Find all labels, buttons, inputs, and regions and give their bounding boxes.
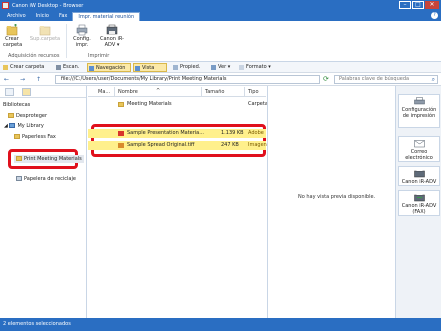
email-item[interactable]: Correo electrónico: [398, 136, 440, 162]
preview-pane-icon: [135, 66, 140, 71]
tree-item-my-library[interactable]: ◢ My Library: [4, 123, 44, 129]
folder-icon: [8, 113, 14, 118]
delete-folder-button[interactable]: Sup.carpeta: [29, 24, 61, 43]
format-icon: [239, 65, 244, 70]
search-input[interactable]: Palabras clave de búsqueda ⌕: [334, 75, 438, 84]
title-bar: Canon iW Desktop - Browser: [0, 0, 441, 11]
window-title: Canon iW Desktop - Browser: [12, 2, 84, 9]
folder-icon: [14, 134, 20, 139]
print-settings-icon: [413, 97, 425, 106]
file-row[interactable]: Sample Presentation Materia... 1.139 KB …: [88, 129, 266, 138]
collapse-icon[interactable]: ◢: [4, 123, 8, 129]
print-settings-item[interactable]: Configuración de impresión: [398, 94, 440, 128]
address-input[interactable]: file:///C:/Users/user/Documents/My Libra…: [55, 75, 320, 84]
preview-toggle[interactable]: Vista prelim.: [133, 63, 167, 80]
menu-tabs: Archivo Inicio Fax Impr. material reunió…: [0, 11, 441, 21]
view-menu-button[interactable]: Ver ▾: [210, 63, 230, 72]
ribbon: Crear carpeta Sup.carpeta Config. impr. …: [0, 21, 441, 62]
favorites-tab[interactable]: [22, 88, 31, 96]
navigation-tabs: [0, 86, 86, 98]
tree-item-desktop[interactable]: Desproteger: [8, 113, 47, 119]
forward-button[interactable]: →: [20, 76, 25, 83]
scan-button[interactable]: Escan.: [55, 63, 79, 72]
back-button[interactable]: ←: [4, 76, 9, 83]
output-pane: Configuración de impresión Correo electr…: [395, 86, 441, 318]
minimize-button[interactable]: –: [399, 1, 411, 9]
view-icon: [211, 65, 216, 70]
status-bar: 2 elementos seleccionados: [0, 318, 441, 331]
column-size[interactable]: Tamaño: [205, 89, 224, 95]
printer-icon: [413, 169, 425, 178]
file-list: Ma... Nombre ^ Tamaño Tipo Meeting Mater…: [88, 86, 268, 318]
image-icon: [118, 143, 124, 148]
column-separator: [244, 87, 245, 96]
printer-icon: [106, 24, 118, 36]
column-type[interactable]: Tipo: [248, 89, 259, 95]
no-preview-message: No hay vista previa disponible.: [298, 194, 376, 200]
library-icon: [9, 123, 16, 128]
group-label-resources: Adquisición recursos: [8, 53, 60, 59]
email-icon: [413, 139, 425, 148]
properties-button[interactable]: Propied.: [172, 63, 200, 72]
folder-icon: [16, 156, 22, 161]
delete-folder-icon: [39, 24, 51, 36]
toolbar-create-folder-button[interactable]: Crear carpeta: [2, 63, 44, 72]
canon-fax-item[interactable]: Canon iR-ADV (FAX): [398, 190, 440, 216]
up-button[interactable]: ↑: [36, 76, 41, 83]
tree-item-print-meeting-materials[interactable]: Print Meeting Materials: [14, 155, 84, 163]
new-folder-icon: [6, 24, 18, 36]
print-settings-icon: [76, 24, 88, 36]
print-settings-button[interactable]: Config. impr.: [70, 24, 94, 48]
navigation-pane-icon: [89, 66, 94, 71]
canon-printer-item[interactable]: Canon iR-ADV: [398, 166, 440, 186]
folder-icon: [118, 102, 124, 107]
group-label-print: Imprimir: [88, 53, 110, 59]
pdf-icon: [118, 131, 124, 136]
tab-print-meeting-materials[interactable]: Impr. material reunión: [72, 12, 141, 21]
tab-inicio[interactable]: Inicio: [31, 12, 54, 21]
recycle-bin-icon: [16, 176, 22, 181]
column-mark[interactable]: Ma...: [98, 89, 110, 95]
column-separator: [201, 87, 202, 96]
search-icon[interactable]: ⌕: [432, 76, 435, 83]
app-icon: [2, 2, 9, 9]
close-button[interactable]: ✕: [425, 1, 439, 9]
help-icon[interactable]: ?: [431, 12, 438, 19]
folder-icon: [3, 65, 8, 70]
sort-ascending-icon: ^: [156, 88, 161, 94]
toolbar: Crear carpeta Escan. Navegación Vista pr…: [0, 62, 441, 80]
format-menu-button[interactable]: Formato ▾: [238, 63, 271, 72]
tab-fax[interactable]: Fax: [54, 12, 72, 21]
column-header: Ma... Nombre ^ Tamaño Tipo: [88, 86, 266, 97]
address-bar: ← → ↑ file:///C:/Users/user/Documents/My…: [0, 73, 441, 86]
canon-printer-button[interactable]: Canon iR-ADV ▾: [97, 24, 127, 48]
column-separator: [114, 87, 115, 96]
navigation-toggle[interactable]: Navegación: [87, 63, 131, 72]
tab-archivo[interactable]: Archivo: [2, 12, 31, 21]
fax-icon: [413, 193, 425, 202]
tree-view-tab[interactable]: [5, 88, 14, 96]
tree-item-recycle-bin[interactable]: Papelera de reciclaje: [16, 176, 76, 182]
tree-item-paperless-fax[interactable]: Paperless Fax: [14, 134, 56, 140]
file-row[interactable]: Meeting Materials Carpeta: [88, 100, 268, 109]
properties-icon: [173, 65, 178, 70]
scanner-icon: [56, 65, 61, 70]
column-name[interactable]: Nombre: [118, 89, 138, 95]
file-row[interactable]: Sample Spread Original.tiff 247 KB Image…: [88, 141, 267, 150]
maximize-button[interactable]: □: [412, 1, 424, 9]
create-folder-button[interactable]: Crear carpeta: [3, 24, 22, 48]
preview-pane: No hay vista previa disponible.: [267, 86, 395, 318]
ribbon-separator: [66, 24, 67, 58]
navigation-pane: Bibliotecas Desproteger ◢ My Library Pap…: [0, 86, 87, 318]
tree-item-libraries[interactable]: Bibliotecas: [3, 102, 30, 108]
refresh-icon[interactable]: ⟳: [323, 76, 330, 83]
